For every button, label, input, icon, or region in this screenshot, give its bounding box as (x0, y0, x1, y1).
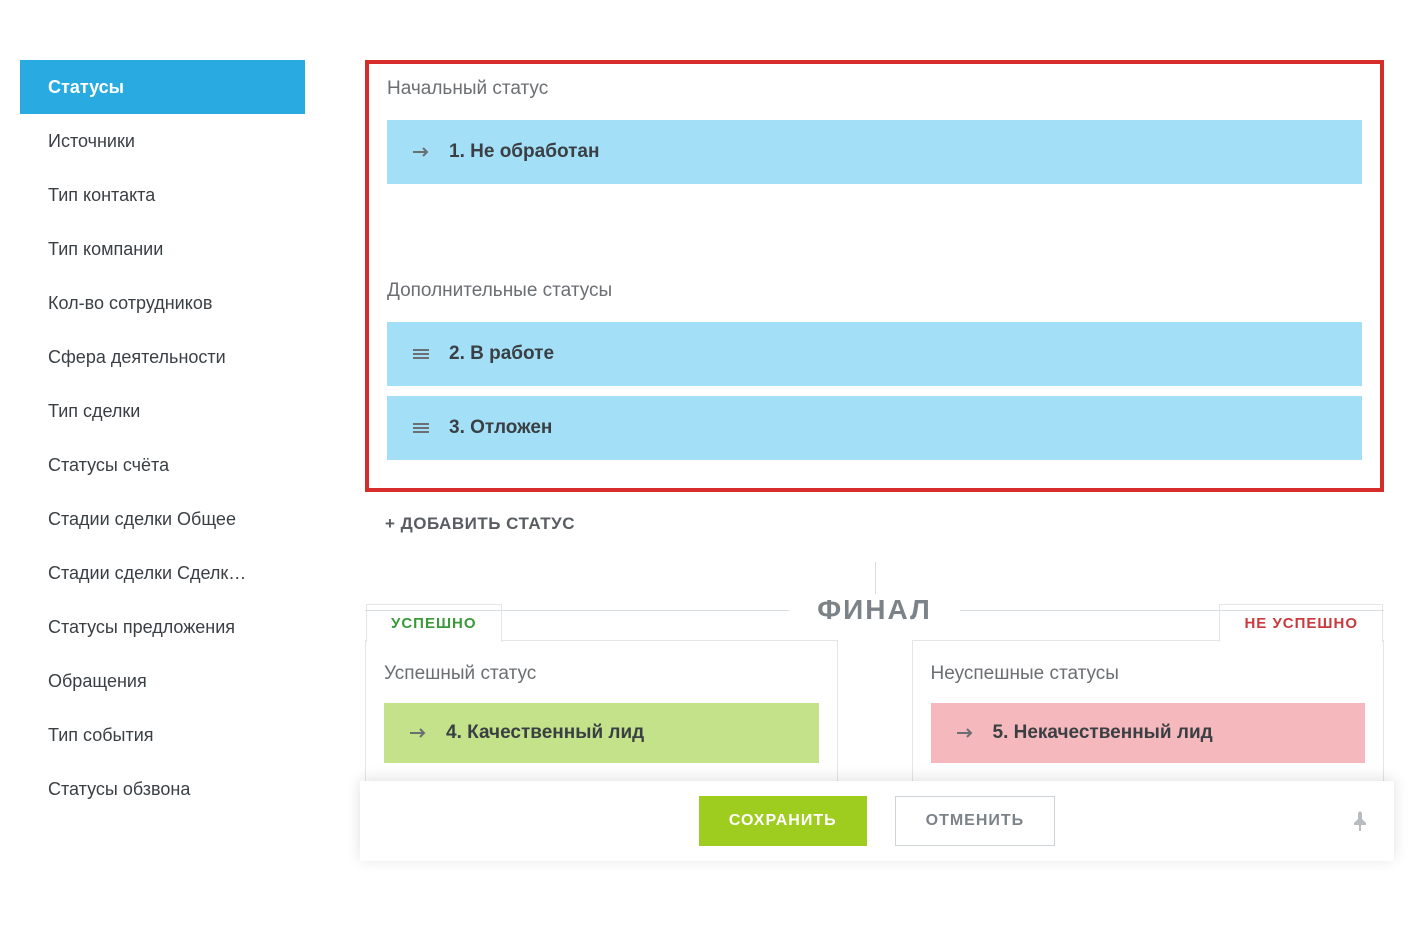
sidebar-item-label: Источники (48, 131, 135, 152)
sidebar-item-label: Тип события (48, 725, 154, 746)
sidebar-item-contact-type[interactable]: Тип контакта (20, 168, 305, 222)
save-button[interactable]: СОХРАНИТЬ (699, 796, 867, 846)
sidebar-item-company-type[interactable]: Тип компании (20, 222, 305, 276)
status-label: 2. В работе (449, 343, 554, 365)
final-fail-column: НЕ УСПЕШНО Неуспешные статусы 5. Некачес… (912, 640, 1385, 782)
sidebar-item-label: Стадии сделки Сделк… (48, 563, 246, 584)
sidebar-item-label: Статусы счёта (48, 455, 169, 476)
sidebar-item-label: Кол-во сотрудников (48, 293, 212, 314)
sidebar-item-label: Тип компании (48, 239, 163, 260)
sidebar-item-employee-count[interactable]: Кол-во сотрудников (20, 276, 305, 330)
highlight-annotation: Начальный статус 1. Не обработан Дополни… (365, 60, 1384, 492)
sidebar-item-label: Обращения (48, 671, 147, 692)
sidebar-item-label: Тип контакта (48, 185, 155, 206)
additional-status-heading: Дополнительные статусы (369, 266, 1380, 322)
sidebar-item-deal-stages-deal[interactable]: Стадии сделки Сделк… (20, 546, 305, 600)
status-row-fail[interactable]: 5. Некачественный лид (931, 703, 1366, 763)
sidebar-item-label: Тип сделки (48, 401, 140, 422)
status-label: 5. Некачественный лид (993, 722, 1213, 744)
sidebar-item-proposal-statuses[interactable]: Статусы предложения (20, 600, 305, 654)
cancel-button[interactable]: ОТМЕНИТЬ (895, 796, 1056, 846)
sidebar-item-event-type[interactable]: Тип события (20, 708, 305, 762)
final-section: ФИНАЛ УСПЕШНО Успешный статус (365, 594, 1384, 782)
sidebar-item-sources[interactable]: Источники (20, 114, 305, 168)
sidebar-item-label: Стадии сделки Общее (48, 509, 236, 530)
sidebar-item-label: Статусы (48, 77, 124, 98)
status-row-additional-2[interactable]: 3. Отложен (387, 396, 1362, 460)
initial-status-heading: Начальный статус (369, 64, 1380, 120)
arrow-right-icon (409, 146, 433, 158)
add-status-button[interactable]: + ДОБАВИТЬ СТАТУС (365, 492, 1384, 556)
status-label: 1. Не обработан (449, 141, 599, 163)
sidebar-item-deal-type[interactable]: Тип сделки (20, 384, 305, 438)
sidebar-item-statuses[interactable]: Статусы (20, 60, 305, 114)
sidebar-item-label: Статусы предложения (48, 617, 235, 638)
sidebar-item-requests[interactable]: Обращения (20, 654, 305, 708)
final-success-column: УСПЕШНО Успешный статус 4. Качественный … (365, 640, 838, 782)
pin-icon[interactable] (1352, 811, 1368, 831)
sidebar: Статусы Источники Тип контакта Тип компа… (0, 0, 305, 942)
fail-status-heading: Неуспешные статусы (931, 663, 1366, 685)
status-row-initial[interactable]: 1. Не обработан (387, 120, 1362, 184)
sidebar-item-call-statuses[interactable]: Статусы обзвона (20, 762, 305, 816)
status-row-additional-1[interactable]: 2. В работе (387, 322, 1362, 386)
status-row-success[interactable]: 4. Качественный лид (384, 703, 819, 763)
status-label: 4. Качественный лид (446, 722, 644, 744)
success-status-heading: Успешный статус (384, 663, 819, 685)
sidebar-item-sphere[interactable]: Сфера деятельности (20, 330, 305, 384)
sidebar-item-deal-stages-general[interactable]: Стадии сделки Общее (20, 492, 305, 546)
status-label: 3. Отложен (449, 417, 552, 439)
sidebar-item-label: Статусы обзвона (48, 779, 190, 800)
final-heading: ФИНАЛ (789, 594, 959, 626)
drag-handle-icon[interactable] (409, 348, 433, 360)
sidebar-item-invoice-statuses[interactable]: Статусы счёта (20, 438, 305, 492)
arrow-right-icon (953, 727, 977, 739)
arrow-right-icon (406, 727, 430, 739)
footer-action-bar: СОХРАНИТЬ ОТМЕНИТЬ (360, 781, 1394, 861)
add-status-label: + ДОБАВИТЬ СТАТУС (385, 514, 575, 533)
drag-handle-icon[interactable] (409, 422, 433, 434)
sidebar-item-label: Сфера деятельности (48, 347, 226, 368)
